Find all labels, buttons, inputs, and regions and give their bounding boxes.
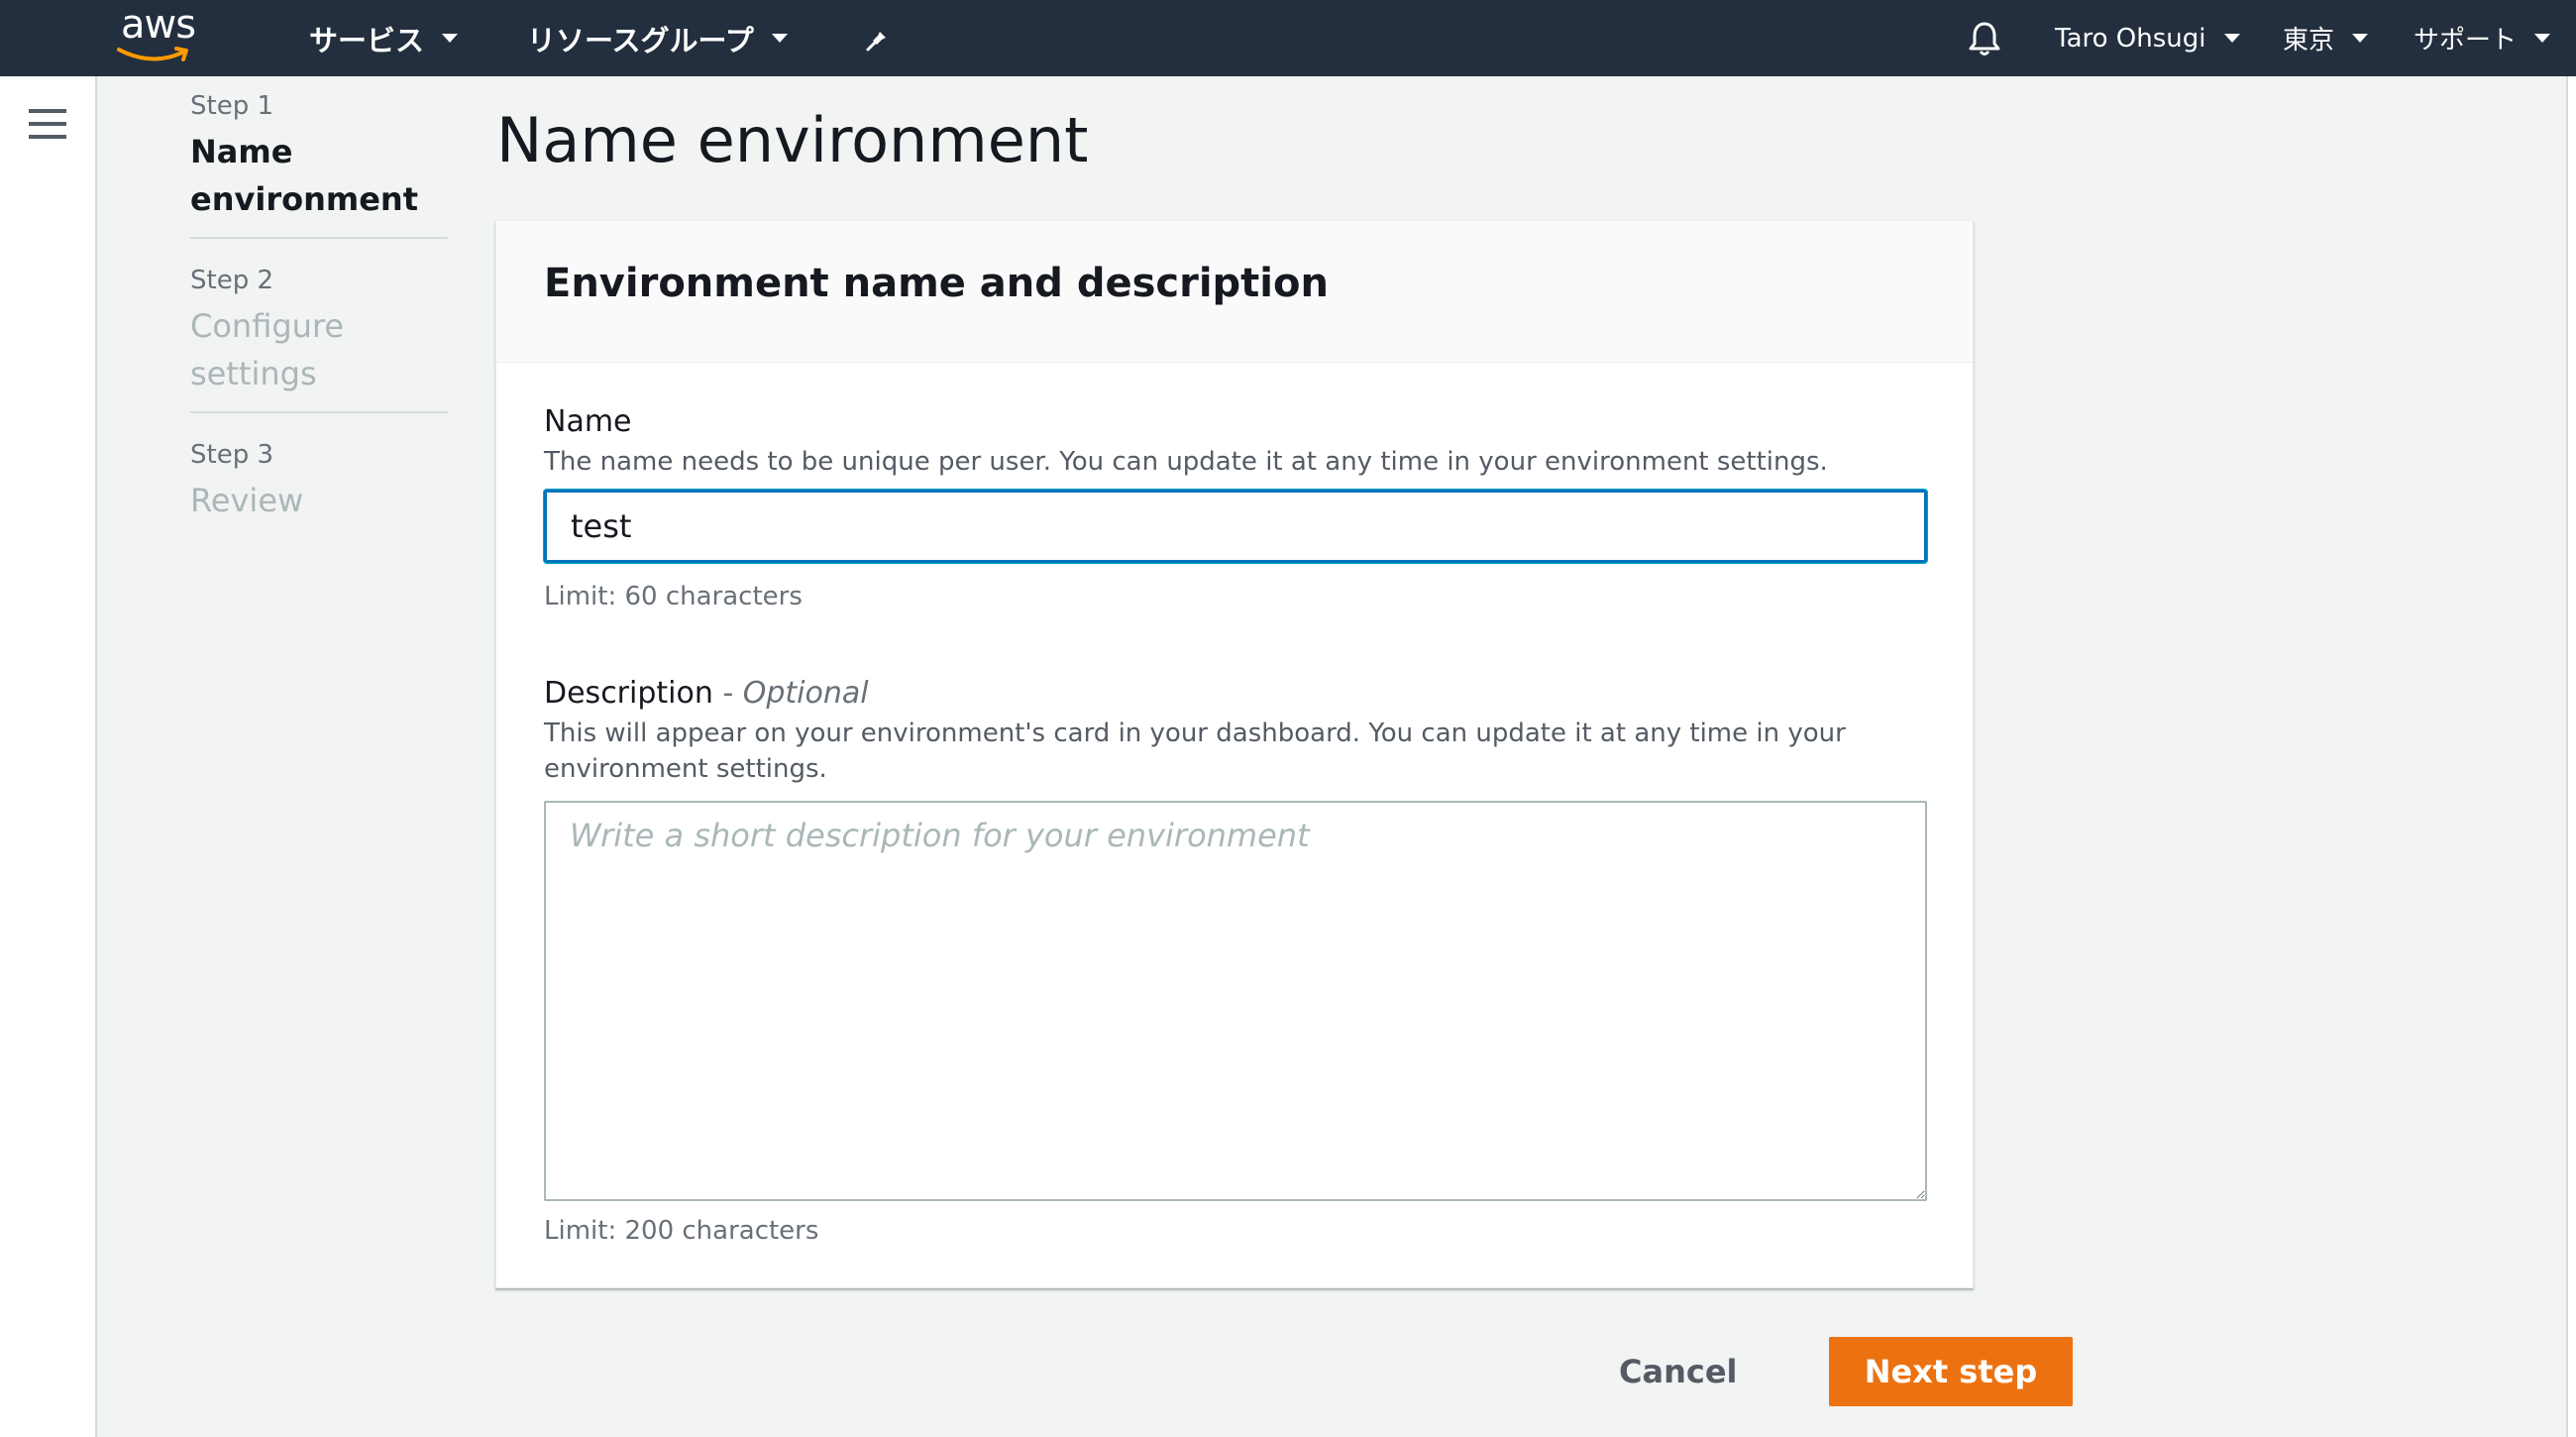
name-limit: Limit: 60 characters	[544, 582, 803, 611]
support-menu[interactable]: サポート	[2414, 0, 2551, 76]
pin-icon	[866, 26, 886, 51]
name-description: The name needs to be unique per user. Yo…	[544, 447, 1828, 477]
step-title: Name environment	[190, 133, 418, 218]
notifications-button[interactable]	[1968, 0, 2001, 76]
description-field-group: Description - Optional This will appear …	[544, 672, 1927, 1249]
description-limit: Limit: 200 characters	[544, 1216, 819, 1246]
step-title: Review	[190, 482, 304, 519]
name-label: Name	[544, 404, 632, 439]
hamburger-menu-icon[interactable]	[29, 109, 66, 141]
top-navigation-bar: aws サービス リソースグループ Taro Ohsugi 東京 サポート	[0, 0, 2576, 76]
region-menu-label: 東京	[2283, 26, 2335, 55]
services-menu-label: サービス	[309, 23, 425, 57]
caret-down-icon	[2352, 34, 2369, 43]
resource-groups-menu[interactable]: リソースグループ	[527, 0, 788, 76]
name-field-group: Name The name needs to be unique per use…	[544, 400, 1927, 614]
environment-details-card: Environment name and description Name Th…	[495, 220, 1974, 1288]
aws-logo-text: aws	[121, 2, 196, 48]
aws-logo[interactable]: aws	[109, 2, 218, 67]
amazon-smile-icon	[117, 47, 188, 61]
optional-tag: - Optional	[722, 676, 869, 711]
next-step-button[interactable]: Next step	[1829, 1337, 2073, 1406]
pin-button[interactable]	[864, 0, 894, 76]
card-header: Environment name and description	[496, 221, 1973, 363]
caret-down-icon	[771, 34, 788, 43]
step-number: Step 2	[190, 266, 274, 295]
description-help: This will appear on your environment's c…	[544, 718, 1846, 784]
wizard-actions: Cancel Next step	[495, 1337, 2073, 1406]
name-input[interactable]	[544, 490, 1927, 563]
region-menu[interactable]: 東京	[2283, 0, 2369, 76]
support-menu-label: サポート	[2414, 26, 2518, 55]
wizard-steps: Step 1 Name environment Step 2 Configure…	[190, 76, 448, 524]
caret-down-icon	[2534, 34, 2551, 43]
wizard-step-3[interactable]: Step 3 Review	[190, 433, 448, 524]
main-content: Step 1 Name environment Step 2 Configure…	[97, 76, 2566, 1437]
step-divider	[190, 411, 448, 413]
step-title: Configure settings	[190, 307, 345, 392]
description-label-text: Description	[544, 676, 713, 711]
step-number: Step 1	[190, 91, 274, 121]
caret-down-icon	[2223, 34, 2240, 43]
caret-down-icon	[442, 34, 459, 43]
services-menu[interactable]: サービス	[309, 0, 459, 76]
right-edge	[2566, 76, 2576, 1437]
wizard-step-2[interactable]: Step 2 Configure settings	[190, 259, 448, 413]
bell-icon	[1969, 22, 2000, 55]
card-body: Name The name needs to be unique per use…	[496, 363, 1973, 1286]
step-divider	[190, 237, 448, 239]
resource-groups-menu-label: リソースグループ	[527, 23, 754, 57]
page-title: Name environment	[496, 104, 1089, 176]
card-title: Environment name and description	[544, 261, 1329, 306]
cancel-button[interactable]: Cancel	[1595, 1337, 1762, 1406]
description-label: Description - Optional	[544, 672, 1925, 716]
description-textarea[interactable]	[544, 801, 1927, 1201]
user-menu-label: Taro Ohsugi	[2055, 23, 2206, 54]
user-menu[interactable]: Taro Ohsugi	[2055, 0, 2240, 76]
wizard-step-1: Step 1 Name environment	[190, 76, 448, 239]
step-number: Step 3	[190, 440, 274, 470]
left-rail	[0, 76, 97, 1437]
